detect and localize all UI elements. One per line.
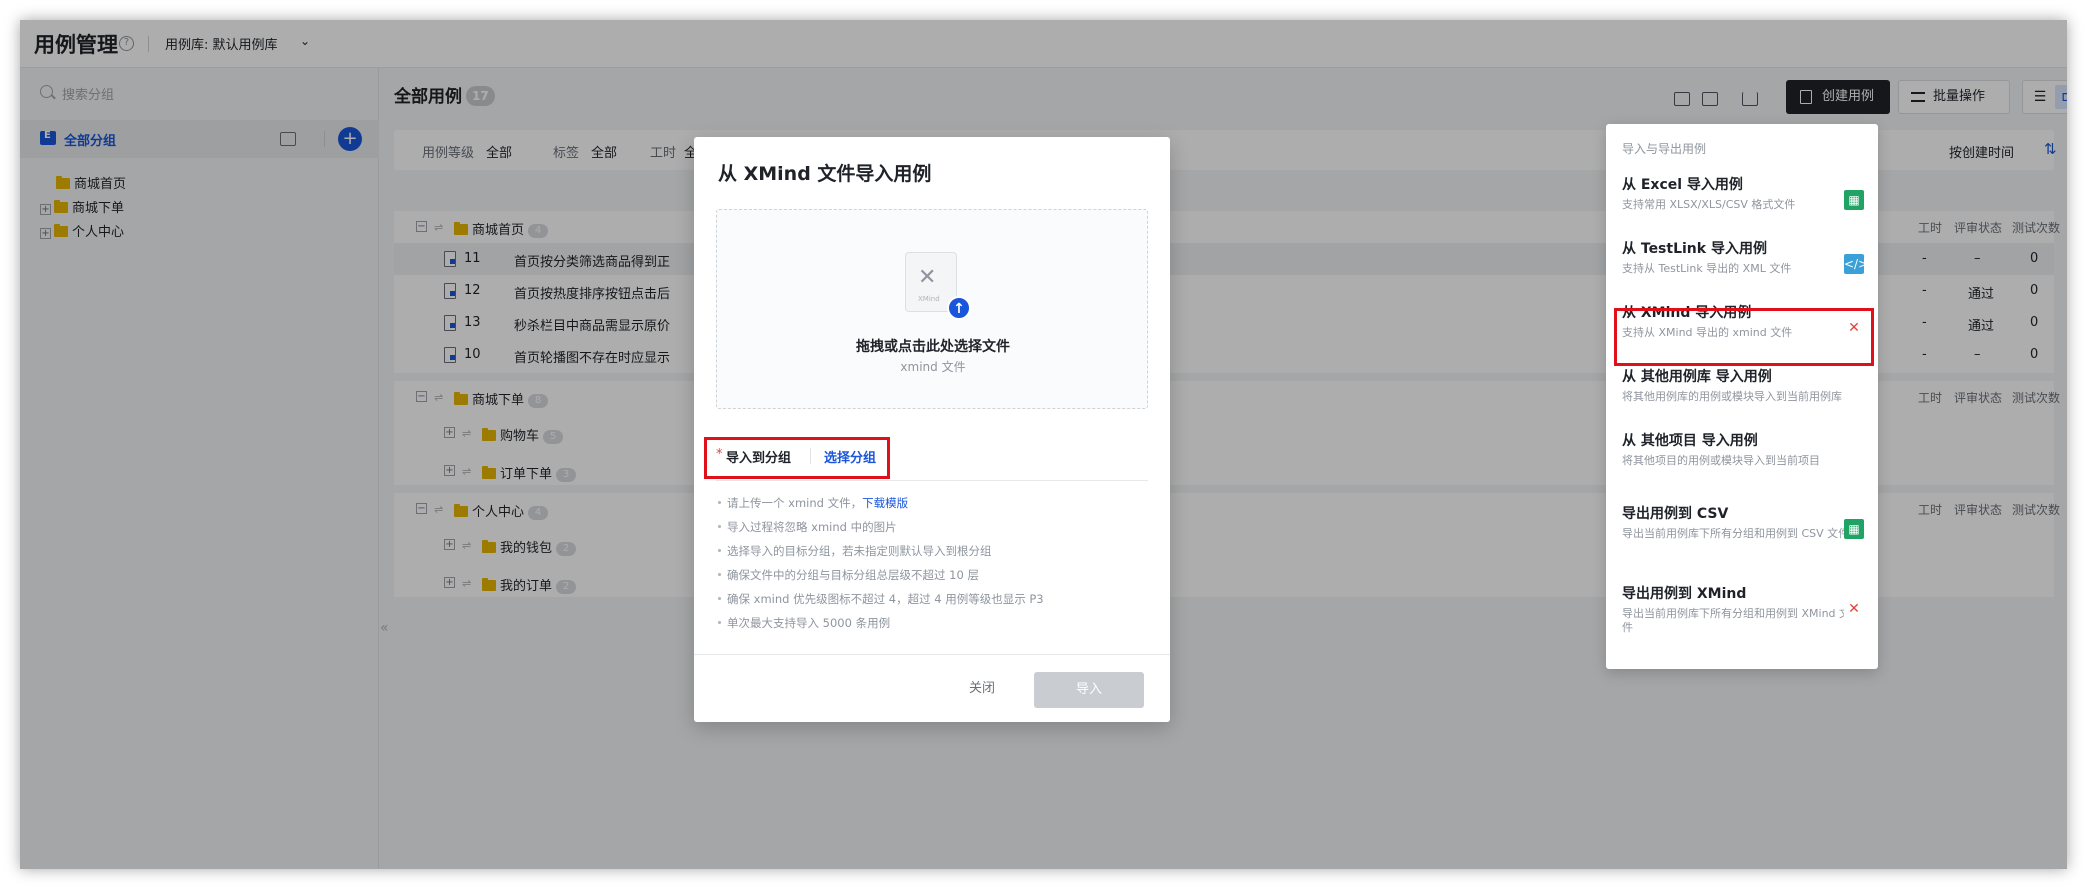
upload-arrow-icon: ↑ <box>947 296 971 320</box>
menu-item-import-other-library[interactable]: 从 其他用例库 导入用例 将其他用例库的用例或模块导入到当前用例库 <box>1606 360 1878 420</box>
note-text: 选择导入的目标分组，若未指定则默认导入到根分组 <box>727 544 992 558</box>
note-item: 单次最大支持导入 5000 条用例 <box>718 615 890 631</box>
code-icon: </> <box>1844 254 1868 274</box>
note-item: 请上传一个 xmind 文件，下载模版 <box>718 495 908 511</box>
menu-item-desc: 支持常用 XLSX/XLS/CSV 格式文件 <box>1622 198 1796 211</box>
menu-item-import-testlink[interactable]: 从 TestLink 导入用例 支持从 TestLink 导出的 XML 文件 … <box>1606 232 1878 292</box>
note-text: 确保文件中的分组与目标分组总层级不超过 10 层 <box>727 568 979 582</box>
app-window: 用例管理 ? 用例库: 默认用例库 ⌄ 搜索分组 全部分组 + 商城首页 +商城… <box>20 20 2067 869</box>
highlight-box <box>704 437 890 479</box>
note-text: 确保 xmind 优先级图标不超过 4，超过 4 用例等级也显示 P3 <box>727 592 1044 606</box>
menu-item-title: 从 其他项目 导入用例 <box>1622 433 1758 449</box>
menu-item-title: 从 TestLink 导入用例 <box>1622 241 1767 257</box>
menu-item-desc: 将其他项目的用例或模块导入到当前项目 <box>1622 454 1820 467</box>
menu-item-title: 导出用例到 XMind <box>1622 586 1747 602</box>
xmind-logo-icon: ✕ <box>918 265 937 290</box>
download-template-link[interactable]: 下载模版 <box>862 496 908 510</box>
menu-item-export-xmind[interactable]: 导出用例到 XMind 导出当前用例库下所有分组和用例到 XMind 文件 ✕ <box>1606 577 1878 649</box>
dropzone-file-type: xmind 文件 <box>900 360 966 374</box>
divider <box>694 654 1170 655</box>
menu-item-desc: 导出当前用例库下所有分组和用例到 CSV 文件 <box>1622 527 1850 540</box>
close-button[interactable]: 关闭 <box>950 672 1014 706</box>
menu-item-title: 导出用例到 CSV <box>1622 506 1729 522</box>
menu-item-export-csv[interactable]: 导出用例到 CSV 导出当前用例库下所有分组和用例到 CSV 文件 ▦ <box>1606 497 1878 569</box>
note-item: 确保文件中的分组与目标分组总层级不超过 10 层 <box>718 567 979 583</box>
menu-item-desc: 支持从 TestLink 导出的 XML 文件 <box>1622 262 1792 275</box>
note-item: 导入过程将忽略 xmind 中的图片 <box>718 519 897 535</box>
excel-icon: ▦ <box>1844 190 1864 210</box>
menu-header: 导入与导出用例 <box>1622 142 1707 156</box>
menu-item-import-other-project[interactable]: 从 其他项目 导入用例 将其他项目的用例或模块导入到当前项目 <box>1606 424 1878 484</box>
highlight-box <box>1614 308 1874 366</box>
note-text: 导入过程将忽略 xmind 中的图片 <box>727 520 897 534</box>
menu-item-desc: 导出当前用例库下所有分组和用例到 XMind 文件 <box>1622 607 1851 634</box>
file-dropzone[interactable]: ✕ XMind ↑ 拖拽或点击此处选择文件 xmind 文件 <box>716 209 1148 409</box>
excel-icon: ▦ <box>1844 519 1864 539</box>
note-item: 确保 xmind 优先级图标不超过 4，超过 4 用例等级也显示 P3 <box>718 591 1044 607</box>
divider <box>716 480 1148 481</box>
note-item: 选择导入的目标分组，若未指定则默认导入到根分组 <box>718 543 992 559</box>
note-text: 请上传一个 xmind 文件， <box>727 496 863 510</box>
menu-item-title: 从 其他用例库 导入用例 <box>1622 369 1772 385</box>
import-button[interactable]: 导入 <box>1034 672 1144 708</box>
dialog-title: 从 XMind 文件导入用例 <box>718 163 932 185</box>
xmind-icon: ✕ <box>1844 599 1864 619</box>
menu-item-desc: 将其他用例库的用例或模块导入到当前用例库 <box>1622 390 1842 403</box>
import-export-menu: 导入与导出用例 从 Excel 导入用例 支持常用 XLSX/XLS/CSV 格… <box>1606 124 1878 669</box>
menu-item-import-excel[interactable]: 从 Excel 导入用例 支持常用 XLSX/XLS/CSV 格式文件 ▦ <box>1606 168 1878 228</box>
dropzone-instruction: 拖拽或点击此处选择文件 <box>856 339 1010 355</box>
note-text: 单次最大支持导入 5000 条用例 <box>727 616 891 630</box>
file-icon-text: XMind <box>918 295 940 303</box>
xmind-import-dialog: 从 XMind 文件导入用例 ✕ XMind ↑ 拖拽或点击此处选择文件 xmi… <box>694 137 1170 722</box>
menu-item-title: 从 Excel 导入用例 <box>1622 177 1743 193</box>
